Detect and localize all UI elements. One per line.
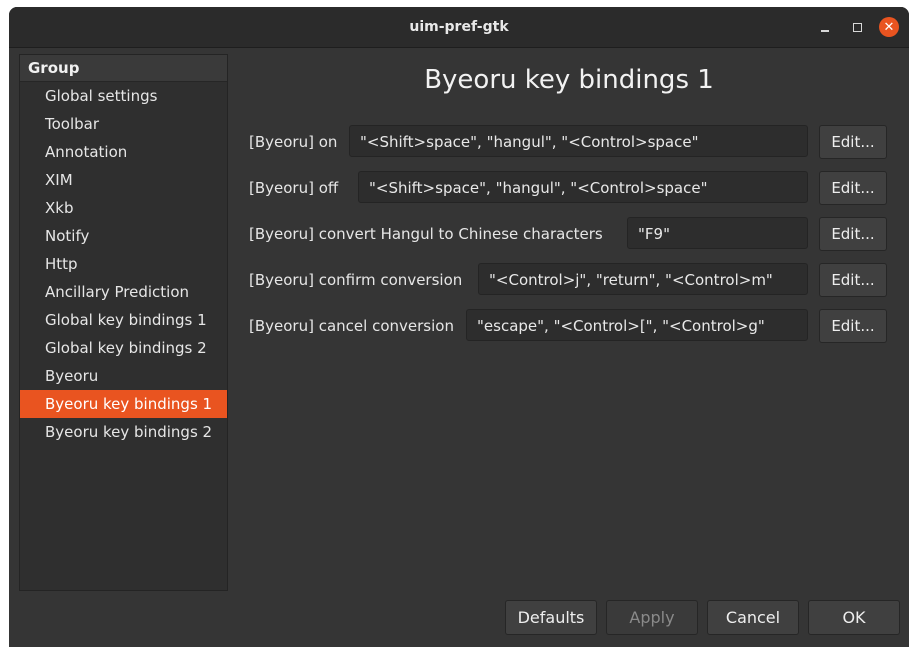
sidebar-item-annotation[interactable]: Annotation bbox=[20, 138, 227, 166]
sidebar-item-byeoru[interactable]: Byeoru bbox=[20, 362, 227, 390]
binding-value-field[interactable]: "escape", "<Control>[", "<Control>g" bbox=[466, 309, 808, 341]
binding-value-field[interactable]: "<Control>j", "return", "<Control>m" bbox=[478, 263, 808, 295]
defaults-button[interactable]: Defaults bbox=[505, 600, 597, 635]
group-column-header[interactable]: Group bbox=[20, 55, 227, 82]
binding-label: [Byeoru] cancel conversion bbox=[249, 317, 454, 335]
edit-convert-button[interactable]: Edit... bbox=[819, 217, 887, 251]
binding-row-convert: [Byeoru] convert Hangul to Chinese chara… bbox=[249, 217, 889, 251]
edit-confirm-button[interactable]: Edit... bbox=[819, 263, 887, 297]
edit-on-button[interactable]: Edit... bbox=[819, 125, 887, 159]
cancel-button[interactable]: Cancel bbox=[707, 600, 799, 635]
close-icon[interactable]: ✕ bbox=[879, 17, 899, 37]
binding-row-confirm: [Byeoru] confirm conversion "<Control>j"… bbox=[249, 263, 889, 297]
sidebar-item-byeoru-key-bindings-2[interactable]: Byeoru key bindings 2 bbox=[20, 418, 227, 446]
minimize-icon[interactable] bbox=[815, 17, 835, 37]
binding-row-on: [Byeoru] on "<Shift>space", "hangul", "<… bbox=[249, 125, 889, 159]
sidebar-item-byeoru-key-bindings-1[interactable]: Byeoru key bindings 1 bbox=[20, 390, 227, 418]
group-list: Group Global settings Toolbar Annotation… bbox=[19, 54, 228, 591]
sidebar-item-notify[interactable]: Notify bbox=[20, 222, 227, 250]
window-title: uim-pref-gtk bbox=[409, 19, 509, 35]
binding-label: [Byeoru] convert Hangul to Chinese chara… bbox=[249, 225, 603, 243]
sidebar-item-xkb[interactable]: Xkb bbox=[20, 194, 227, 222]
binding-value-field[interactable]: "<Shift>space", "hangul", "<Control>spac… bbox=[358, 171, 808, 203]
maximize-icon[interactable] bbox=[847, 17, 867, 37]
sidebar-item-http[interactable]: Http bbox=[20, 250, 227, 278]
edit-off-button[interactable]: Edit... bbox=[819, 171, 887, 205]
binding-label: [Byeoru] off bbox=[249, 179, 339, 197]
apply-button[interactable]: Apply bbox=[606, 600, 698, 635]
title-bar[interactable]: uim-pref-gtk ✕ bbox=[9, 7, 909, 48]
binding-row-cancel: [Byeoru] cancel conversion "escape", "<C… bbox=[249, 309, 889, 343]
edit-cancel-button[interactable]: Edit... bbox=[819, 309, 887, 343]
sidebar-item-global-settings[interactable]: Global settings bbox=[20, 82, 227, 110]
binding-label: [Byeoru] on bbox=[249, 133, 338, 151]
page-title: Byeoru key bindings 1 bbox=[424, 65, 714, 95]
ok-button[interactable]: OK bbox=[808, 600, 900, 635]
sidebar-item-toolbar[interactable]: Toolbar bbox=[20, 110, 227, 138]
sidebar-item-xim[interactable]: XIM bbox=[20, 166, 227, 194]
binding-row-off: [Byeoru] off "<Shift>space", "hangul", "… bbox=[249, 171, 889, 205]
binding-value-field[interactable]: "<Shift>space", "hangul", "<Control>spac… bbox=[349, 125, 808, 157]
binding-value-field[interactable]: "F9" bbox=[627, 217, 808, 249]
preferences-window: uim-pref-gtk ✕ Group Global settings Too… bbox=[9, 7, 909, 647]
binding-label: [Byeoru] confirm conversion bbox=[249, 271, 463, 289]
sidebar-item-ancillary-prediction[interactable]: Ancillary Prediction bbox=[20, 278, 227, 306]
sidebar-item-global-key-bindings-1[interactable]: Global key bindings 1 bbox=[20, 306, 227, 334]
sidebar-item-global-key-bindings-2[interactable]: Global key bindings 2 bbox=[20, 334, 227, 362]
